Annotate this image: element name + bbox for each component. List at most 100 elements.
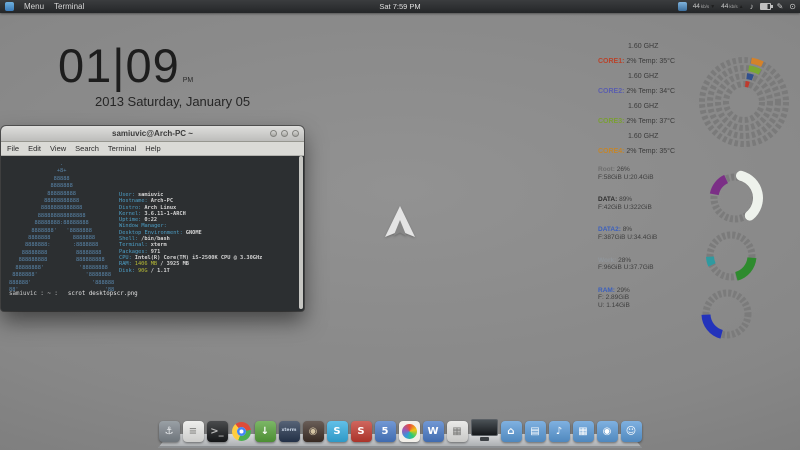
core-load: 2% bbox=[626, 88, 636, 95]
dock-item-photos-app[interactable] bbox=[399, 421, 420, 442]
disk-detail: F:387GiB U:34.4GiB bbox=[598, 234, 698, 242]
cpu-core-block: 1.60 GHZCORE1: 2% Temp: 35°C bbox=[598, 40, 698, 69]
disk-detail: F: 2.89GiB bbox=[598, 294, 698, 302]
disk-detail: F:58GiB U:20.4GiB bbox=[598, 174, 698, 182]
core-stats: CORE1: 2% Temp: 35°C bbox=[598, 54, 698, 69]
sysinfo-label: RAM: bbox=[119, 261, 132, 267]
sysinfo-value: Intel(R) Core(TM) i5-2500K CPU @ 3.30GHz bbox=[135, 255, 263, 261]
terminal-menu-terminal[interactable]: Terminal bbox=[108, 144, 136, 153]
dock-item-places-user[interactable]: ☺ bbox=[621, 421, 642, 442]
terminal-menu-edit[interactable]: Edit bbox=[28, 144, 41, 153]
net-download-indicator[interactable]: 44 kb/s ▼ bbox=[693, 3, 715, 10]
close-button[interactable] bbox=[292, 130, 299, 137]
core-frequency: 1.60 GHZ bbox=[598, 70, 698, 84]
disk-header: Root: 26% bbox=[598, 166, 698, 174]
download-manager-icon: ↓ bbox=[261, 427, 269, 437]
disk-percent: 89% bbox=[619, 196, 632, 203]
disk-name: DATA2: bbox=[598, 226, 621, 233]
maximize-button[interactable] bbox=[281, 130, 288, 137]
top-panel: Menu Terminal Sat 7:59 PM 44 kb/s ▼ 44 k… bbox=[0, 0, 800, 13]
sysinfo-label: Hostname: bbox=[119, 198, 148, 204]
disk-serpentine-gauge bbox=[685, 152, 785, 342]
terminal-menu-view[interactable]: View bbox=[50, 144, 66, 153]
power-icon[interactable]: ⊙ bbox=[789, 0, 796, 13]
dock-item-places-pictures[interactable]: ▦ bbox=[573, 421, 594, 442]
core-temp: Temp: 35°C bbox=[638, 58, 675, 65]
dock-item-red-s-app[interactable]: S bbox=[351, 421, 372, 442]
disk-row: Work: 28%F:96GiB U:37.7GiB bbox=[598, 257, 698, 272]
terminal-menu-search[interactable]: Search bbox=[75, 144, 99, 153]
work-arc bbox=[736, 258, 752, 277]
dock-item-blue-5-app[interactable]: 5 bbox=[375, 421, 396, 442]
dock-item-calculator-app[interactable]: ▦ bbox=[447, 421, 468, 442]
terminal-app-icon: >_ bbox=[210, 427, 223, 437]
minimize-button[interactable] bbox=[270, 130, 277, 137]
core-frequency: 1.60 GHZ bbox=[598, 130, 698, 144]
dock-item-camera-app[interactable]: ◉ bbox=[303, 421, 324, 442]
sysinfo-value: samiuvic bbox=[138, 192, 164, 198]
dock-item-skype[interactable]: S bbox=[327, 421, 348, 442]
terminal-menu-file[interactable]: File bbox=[7, 144, 19, 153]
data2-arc bbox=[710, 257, 712, 265]
disk-percent: 26% bbox=[617, 166, 630, 173]
dock-item-places-home[interactable]: ⌂ bbox=[501, 421, 522, 442]
dock-item-computer-monitor[interactable] bbox=[471, 419, 498, 442]
core-temp: Temp: 37°C bbox=[638, 118, 675, 125]
terminal-scrollbar[interactable] bbox=[299, 156, 303, 309]
dock-item-places-documents[interactable]: ▤ bbox=[525, 421, 546, 442]
edit-icon[interactable]: ✎ bbox=[777, 0, 784, 13]
clock-ampm: PM bbox=[183, 77, 194, 84]
terminal-menu-help[interactable]: Help bbox=[145, 144, 160, 153]
tray-app-icon[interactable] bbox=[678, 2, 687, 11]
system-tray: 44 kb/s ▼ 44 kb/s ▲ ♪ ✎ ⊙ bbox=[678, 0, 796, 13]
core3-arc bbox=[749, 68, 760, 72]
places-pictures-icon: ▦ bbox=[578, 427, 587, 437]
chrome-icon bbox=[232, 422, 251, 441]
sysinfo-label: Terminal: bbox=[119, 242, 148, 248]
dock-item-places-music[interactable]: ♪ bbox=[549, 421, 570, 442]
volume-icon[interactable]: ♪ bbox=[750, 0, 754, 13]
sysinfo-label: Packages: bbox=[119, 249, 148, 255]
core-name: CORE4: bbox=[598, 148, 624, 155]
sysinfo-highlight: 90G bbox=[138, 268, 148, 274]
sysinfo-label: Window Manager: bbox=[119, 223, 167, 229]
core-load: 2% bbox=[626, 148, 636, 155]
dock-item-terminal-app[interactable]: >_ bbox=[207, 421, 228, 442]
places-documents-icon: ▤ bbox=[530, 427, 539, 437]
disk-percent: 8% bbox=[623, 226, 632, 233]
sysinfo-label: Disk: bbox=[119, 268, 135, 274]
terminal-body[interactable]: . +8+ 88888 8888888 888888888 8888888888… bbox=[1, 156, 304, 311]
cpu-ring-gauge bbox=[698, 50, 790, 154]
sysinfo-label: Distro: bbox=[119, 205, 141, 211]
disk-percent: 28% bbox=[618, 257, 631, 264]
dock-item-chrome-browser[interactable] bbox=[231, 421, 252, 442]
red-s-app-icon: S bbox=[357, 427, 364, 437]
battery-icon[interactable] bbox=[760, 3, 771, 10]
sysinfo-value: / 1.1T bbox=[148, 268, 170, 274]
distro-menu-icon[interactable] bbox=[5, 2, 14, 11]
core-frequency: 1.60 GHZ bbox=[598, 40, 698, 54]
dock-item-places-network[interactable]: ◉ bbox=[597, 421, 618, 442]
dock-item-text-editor[interactable]: ≡ bbox=[183, 421, 204, 442]
terminal-titlebar[interactable]: samiuvic@Arch-PC ~ bbox=[1, 126, 304, 142]
root-arc bbox=[714, 179, 726, 194]
prompt-command: scrot desktopscr.png bbox=[68, 291, 138, 297]
dock: ⚓≡>_↓xterm◉SS5W▦⌂▤♪▦◉☺ bbox=[158, 414, 642, 450]
blue-5-app-icon: 5 bbox=[382, 427, 389, 437]
disk-detail: F:42GiB U:322GiB bbox=[598, 204, 698, 212]
places-network-icon: ◉ bbox=[603, 427, 612, 437]
dock-item-download-manager[interactable]: ↓ bbox=[255, 421, 276, 442]
disk-name: Root: bbox=[598, 166, 615, 173]
terminal-title: samiuvic@Arch-PC ~ bbox=[112, 129, 193, 138]
disk-row: DATA: 89%F:42GiB U:322GiB bbox=[598, 196, 698, 211]
dock-item-word-processor[interactable]: W bbox=[423, 421, 444, 442]
core-load: 2% bbox=[626, 118, 636, 125]
dock-item-docky-anchor[interactable]: ⚓ bbox=[159, 421, 180, 442]
net-upload-indicator[interactable]: 44 kb/s ▲ bbox=[721, 3, 743, 10]
terminal-prompt[interactable]: samiuvic : ~ :scrot desktopscr.png bbox=[9, 291, 138, 297]
menu-button[interactable]: Menu bbox=[24, 2, 44, 11]
disk-name: DATA: bbox=[598, 196, 617, 203]
ram-arc bbox=[706, 315, 722, 335]
panel-terminal-button[interactable]: Terminal bbox=[54, 2, 84, 11]
dock-item-xterm-app[interactable]: xterm bbox=[279, 421, 300, 442]
